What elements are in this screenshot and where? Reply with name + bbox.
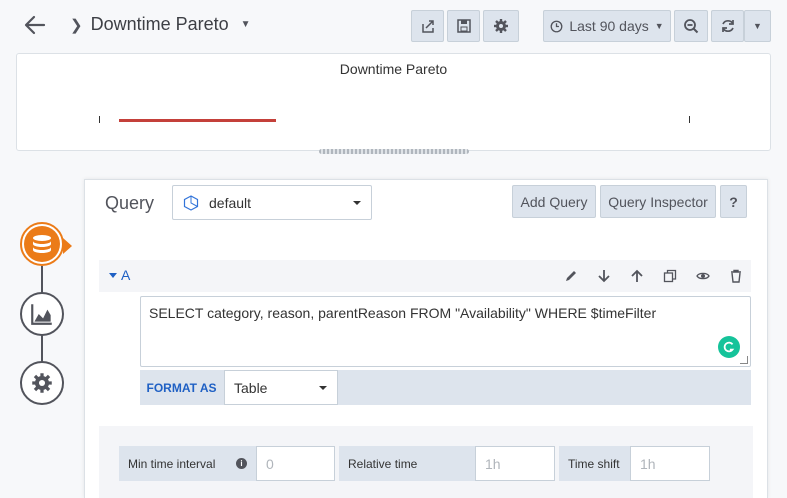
help-button[interactable]: ? xyxy=(720,185,747,218)
panel-title: Downtime Pareto xyxy=(339,61,448,77)
format-as-select[interactable]: Table xyxy=(224,370,338,405)
time-shift-input[interactable]: 1h xyxy=(630,446,710,481)
relative-time-label: Relative time xyxy=(339,446,476,481)
refresh-button[interactable] xyxy=(711,10,744,42)
dashboard-title-picker[interactable]: ❯ Downtime Pareto ▼ xyxy=(70,14,251,35)
area-chart-icon xyxy=(31,304,52,325)
sql-query-editor[interactable]: SELECT category, reason, parentReason FR… xyxy=(140,296,751,367)
caret-down-icon xyxy=(353,201,361,205)
grammarly-icon[interactable] xyxy=(718,336,740,358)
share-button[interactable] xyxy=(411,10,444,42)
format-as-value: Table xyxy=(234,379,268,396)
collapse-caret-icon[interactable] xyxy=(109,273,117,278)
general-settings-tab[interactable] xyxy=(20,361,64,405)
active-pointer xyxy=(63,238,72,254)
save-icon xyxy=(456,19,471,33)
query-options: Min time interval i 0 Relative time 1h T… xyxy=(99,426,753,498)
datasource-name: default xyxy=(209,194,252,211)
zoom-out-button[interactable] xyxy=(674,10,708,42)
visualization-tab[interactable] xyxy=(20,292,64,336)
query-section-label: Query xyxy=(105,193,155,213)
move-down-icon[interactable] xyxy=(596,268,612,284)
format-as-row: FORMAT AS Table xyxy=(140,370,751,405)
caret-down-icon: ▼ xyxy=(240,19,251,30)
dashboard-title: Downtime Pareto xyxy=(90,14,229,34)
axis-tick xyxy=(689,116,690,123)
panel-resize-handle[interactable] xyxy=(319,149,469,154)
min-interval-label-text: Min time interval xyxy=(128,456,216,471)
format-row-filler xyxy=(342,370,751,405)
sql-query-text[interactable]: SELECT category, reason, parentReason FR… xyxy=(149,305,656,321)
info-icon[interactable]: i xyxy=(236,458,247,469)
side-connector xyxy=(41,335,43,363)
refresh-icon xyxy=(721,20,734,32)
eye-icon[interactable] xyxy=(695,268,711,284)
clock-icon xyxy=(550,20,563,32)
axis-tick xyxy=(99,116,100,123)
min-interval-label: Min time interval i xyxy=(119,446,256,481)
query-inspector-button[interactable]: Query Inspector xyxy=(600,185,716,218)
caret-down-icon: ▼ xyxy=(753,21,762,31)
datasource-icon xyxy=(183,194,199,211)
settings-button[interactable] xyxy=(483,10,519,42)
trash-icon[interactable] xyxy=(728,268,744,284)
share-icon xyxy=(421,20,434,33)
panel-preview: Downtime Pareto xyxy=(16,53,771,151)
back-arrow-icon[interactable] xyxy=(22,12,48,38)
dashboard-navbar: ❯ Downtime Pareto ▼ Last 90 days ▼ ▼ xyxy=(0,0,787,52)
time-range-label: Last 90 days xyxy=(569,18,649,34)
datasource-picker[interactable]: default xyxy=(172,185,372,220)
query-row-header[interactable]: A xyxy=(99,260,751,292)
caret-down-icon: ▼ xyxy=(654,21,664,31)
add-query-button[interactable]: Add Query xyxy=(512,185,596,218)
series-line xyxy=(119,119,276,122)
move-up-icon[interactable] xyxy=(629,268,645,284)
refresh-interval-dropdown[interactable]: ▼ xyxy=(744,10,771,42)
time-shift-label: Time shift xyxy=(559,446,631,481)
format-as-label: FORMAT AS xyxy=(140,370,223,405)
query-editor: Query default Add Query Query Inspector … xyxy=(84,179,768,498)
query-ref-id[interactable]: A xyxy=(121,267,130,283)
pencil-icon[interactable] xyxy=(563,268,579,284)
duplicate-icon[interactable] xyxy=(662,268,678,284)
database-icon xyxy=(24,226,60,262)
caret-down-icon xyxy=(319,386,327,390)
zoom-out-icon xyxy=(684,19,699,34)
relative-time-input[interactable]: 1h xyxy=(475,446,555,481)
min-interval-input[interactable]: 0 xyxy=(256,446,335,481)
gear-icon xyxy=(494,19,508,33)
save-button[interactable] xyxy=(447,10,480,42)
textarea-resize-grip[interactable] xyxy=(740,356,748,364)
time-range-picker[interactable]: Last 90 days ▼ xyxy=(543,10,671,42)
cogs-icon xyxy=(32,373,52,393)
queries-tab[interactable] xyxy=(20,222,72,266)
chevron-right-icon: ❯ xyxy=(70,16,83,34)
